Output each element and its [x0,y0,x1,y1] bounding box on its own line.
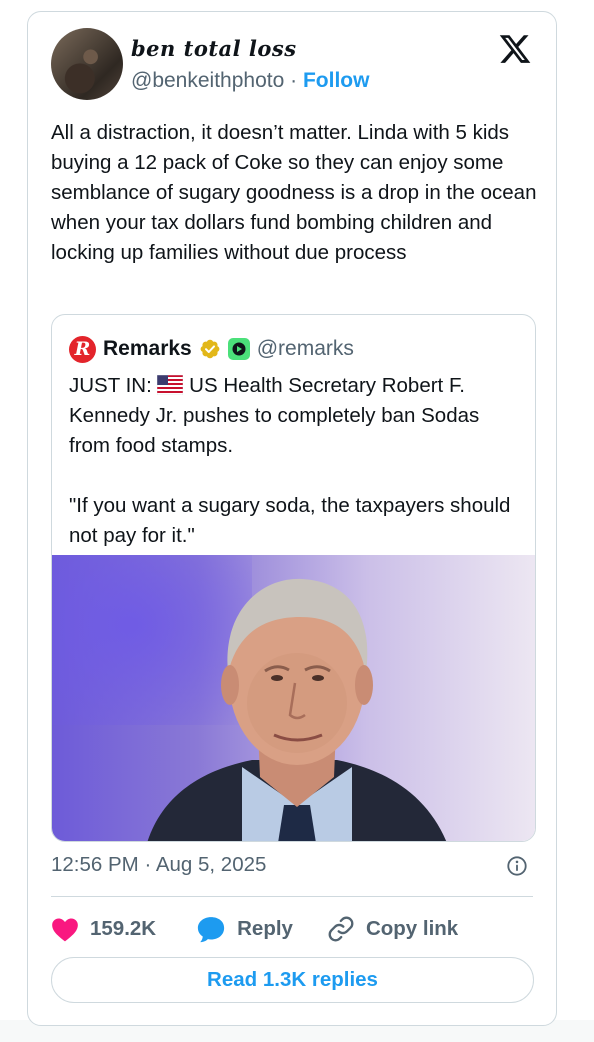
action-bar: 159.2K Reply Copy link [51,909,458,949]
like-button[interactable]: 159.2K [51,916,156,942]
embedded-tweet-card: ben total loss @benkeithphoto · Follow A… [27,11,557,1026]
divider [51,896,533,897]
remarks-logo-icon: R [69,335,96,363]
portrait-illustration [147,578,447,841]
x-logo-icon[interactable] [498,32,532,66]
author-handle-row: @benkeithphoto · Follow [131,69,369,93]
author-handle[interactable]: @benkeithphoto [131,69,284,92]
quote-text-prefix: JUST IN: [69,374,158,397]
reply-bubble-icon [197,917,225,943]
author-display-name[interactable]: ben total loss [131,36,297,61]
info-icon[interactable] [506,855,528,877]
us-flag-icon [157,375,184,395]
tweet-text: All a distraction, it doesn’t matter. Li… [51,121,537,264]
read-replies-button[interactable]: Read 1.3K replies [51,957,534,1003]
quote-author-handle: @remarks [256,337,354,360]
like-count: 159.2K [90,917,157,940]
copy-link-label: Copy link [365,917,459,940]
tweet-timestamp[interactable]: 12:56 PM · Aug 5, 2025 [51,853,266,877]
quote-text: JUST IN: US Health Secretary Robert F. K… [69,371,524,551]
quote-header: R Remarks @remarks [69,335,354,363]
quote-text-body: US Health Secretary Robert F. Kennedy Jr… [69,374,511,547]
reply-label: Reply [237,917,293,940]
quote-photo[interactable] [52,555,535,841]
reply-button[interactable]: Reply [196,915,293,943]
follow-button[interactable]: Follow [303,69,370,92]
affiliate-icon [227,338,250,360]
quote-author-name: Remarks [103,337,192,360]
quoted-tweet[interactable]: R Remarks @remarks JUST IN: US Health Se… [51,314,536,842]
heart-icon [52,918,78,942]
link-icon [328,916,354,942]
separator-dot: · [290,69,298,92]
avatar[interactable] [51,28,123,100]
copy-link-button[interactable]: Copy link [327,915,458,943]
verified-badge-icon [200,339,220,359]
